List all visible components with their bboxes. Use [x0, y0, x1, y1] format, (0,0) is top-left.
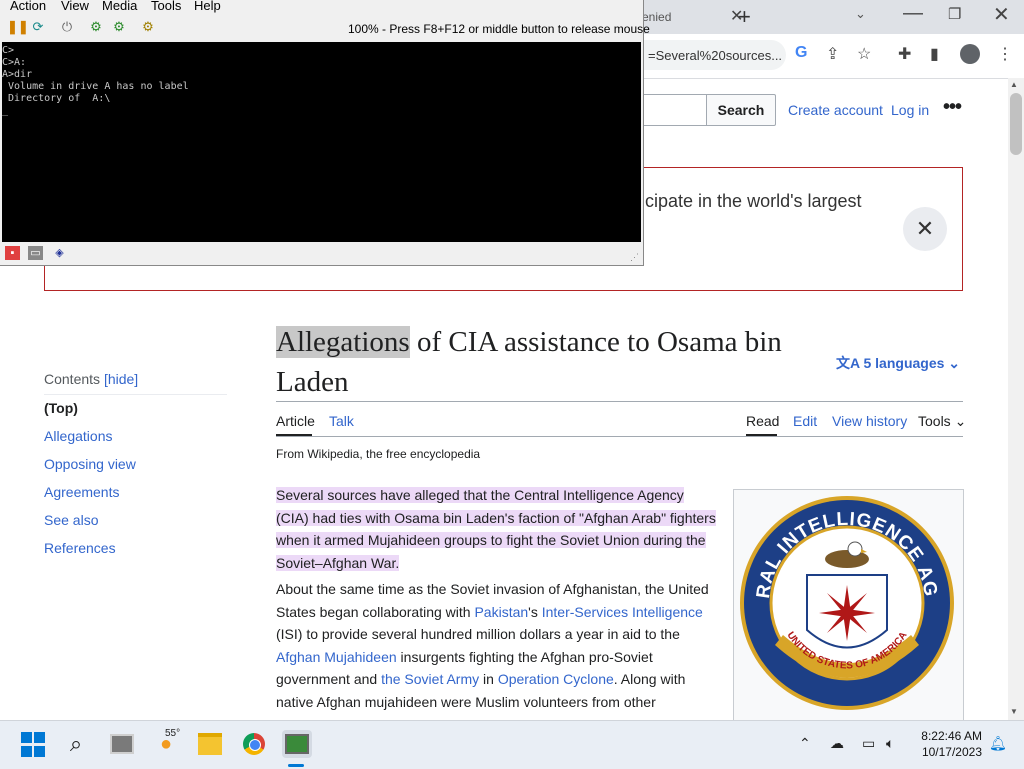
new-tab-button[interactable]: +: [738, 4, 751, 30]
tab-edit[interactable]: Edit: [793, 413, 817, 429]
ctrl-alt-del-icon[interactable]: ⚙: [88, 19, 104, 35]
banner-close-icon[interactable]: ✕: [903, 207, 947, 251]
floppy-drive-icon[interactable]: ▪: [5, 246, 20, 260]
more-options-icon[interactable]: •••: [943, 96, 962, 119]
languages-button[interactable]: 文A 5 languages ⌄: [836, 353, 960, 373]
menu-view[interactable]: View: [61, 0, 89, 13]
para-text: 's: [528, 603, 542, 620]
banner-text: ticipate in the world's largest: [636, 191, 862, 211]
wiki-search-button[interactable]: Search: [706, 94, 776, 126]
cia-seal-image[interactable]: CENTRAL INTELLIGENCE AGENCY UNITED STATE…: [739, 495, 956, 712]
toc-item-allegations[interactable]: Allegations: [44, 428, 113, 444]
pause-icon[interactable]: ❚❚: [7, 19, 29, 35]
display-icon[interactable]: ▭: [862, 735, 875, 752]
create-account-link[interactable]: Create account: [788, 102, 883, 118]
languages-label: 5 languages: [863, 355, 945, 371]
title-divider: [276, 401, 963, 402]
minimize-button[interactable]: —: [903, 2, 923, 25]
compass-star-icon: [819, 585, 875, 641]
page-scrollbar[interactable]: [1008, 78, 1024, 720]
network-icon[interactable]: ▭: [28, 246, 43, 260]
window-close-button[interactable]: ✕: [993, 2, 1010, 27]
notification-bell-icon[interactable]: 🔔︎: [989, 735, 1007, 752]
lead-highlighted-text: Several sources have alleged that the Ce…: [276, 487, 716, 571]
weather-temperature: 55°: [165, 728, 181, 739]
extensions-icon[interactable]: ✚: [898, 44, 911, 64]
menu-help[interactable]: Help: [194, 0, 221, 13]
search-icon[interactable]: ⌕: [62, 730, 90, 758]
tab-talk[interactable]: Talk: [329, 413, 354, 429]
maximize-button[interactable]: ❐: [948, 5, 961, 23]
link-operation-cyclone[interactable]: Operation Cyclone: [498, 671, 614, 687]
emulator-taskbar-icon[interactable]: [282, 730, 312, 758]
toc-title-label: Contents: [44, 371, 101, 387]
toc-item-see-also[interactable]: See also: [44, 512, 98, 528]
para-text: in: [479, 671, 498, 687]
link-soviet-army[interactable]: the Soviet Army: [381, 671, 479, 687]
chevron-down-icon: ⌄: [944, 355, 961, 371]
side-panel-icon[interactable]: ▮: [930, 44, 939, 64]
emulator-menubar: Action View Media Tools Help: [0, 0, 643, 14]
power-icon[interactable]: ⏻: [59, 19, 75, 35]
menu-action[interactable]: Action: [10, 0, 46, 13]
tabs-divider: [276, 436, 963, 437]
start-icon[interactable]: [20, 730, 46, 758]
scrollbar-thumb[interactable]: [1010, 93, 1022, 155]
translate-icon: 文A: [836, 355, 864, 371]
toc-item-agreements[interactable]: Agreements: [44, 484, 119, 500]
body-paragraph: About the same time as the Soviet invasi…: [276, 578, 716, 713]
para-text: (ISI) to provide several hundred million…: [276, 626, 680, 642]
task-view-icon[interactable]: [108, 730, 136, 758]
tab-article[interactable]: Article: [276, 413, 315, 429]
emulator-status-text: 100% - Press F8+F12 or middle button to …: [348, 22, 650, 36]
resize-grip-icon[interactable]: ⋰: [630, 252, 639, 263]
settings-icon[interactable]: ⚙: [140, 19, 156, 35]
link-pakistan[interactable]: Pakistan: [474, 604, 528, 620]
link-afghan-mujahideen[interactable]: Afghan Mujahideen: [276, 649, 397, 665]
page-title: Allegations of CIA assistance to Osama b…: [276, 322, 836, 402]
tab-view-history[interactable]: View history: [832, 413, 907, 429]
star-icon[interactable]: ☆: [857, 44, 871, 64]
log-in-link[interactable]: Log in: [891, 102, 929, 118]
toc-item-opposing-view[interactable]: Opposing view: [44, 456, 136, 472]
clock-time[interactable]: 8:22:46 AM: [920, 729, 982, 743]
volume-icon[interactable]: 🔈︎: [886, 735, 894, 752]
menu-tools[interactable]: Tools: [151, 0, 181, 13]
lead-paragraph: Several sources have alleged that the Ce…: [276, 484, 716, 574]
toc-divider: [44, 394, 227, 395]
tools-label: Tools: [918, 413, 951, 429]
terminal-output: C> C>A: A>dir Volume in drive A has no l…: [2, 45, 189, 116]
chevron-down-icon: ⌄: [950, 413, 967, 429]
sound-icon[interactable]: ◈: [52, 246, 67, 260]
chrome-icon[interactable]: [240, 730, 268, 758]
clock-date[interactable]: 10/17/2023: [920, 745, 982, 759]
onedrive-icon[interactable]: ☁: [830, 735, 844, 752]
tab-tools[interactable]: Tools ⌄: [918, 413, 966, 430]
ctrl-alt-esc-icon[interactable]: ⚙: [111, 19, 127, 35]
toc-title: Contents [hide]: [44, 371, 138, 387]
tagline: From Wikipedia, the free encyclopedia: [276, 447, 481, 461]
profile-icon[interactable]: [960, 44, 980, 64]
address-bar-url[interactable]: =Several%20sources...: [648, 48, 782, 63]
link-isi[interactable]: Inter-Services Intelligence: [542, 604, 703, 620]
file-explorer-icon[interactable]: [196, 730, 224, 758]
menu-media[interactable]: Media: [102, 0, 137, 13]
reset-icon[interactable]: ⟳: [30, 19, 46, 35]
menu-icon[interactable]: ⋮: [997, 44, 1013, 64]
share-icon[interactable]: ⇪: [826, 44, 839, 64]
emulator-statusbar: [0, 243, 643, 265]
google-lens-icon[interactable]: G: [795, 44, 807, 62]
tab-read[interactable]: Read: [746, 413, 779, 429]
chevron-up-icon[interactable]: ⌃: [799, 735, 811, 752]
scroll-up-icon[interactable]: ▲: [1010, 80, 1018, 89]
title-selected-text: Allegations: [276, 326, 410, 358]
toc-item-top[interactable]: (Top): [44, 400, 78, 416]
active-app-indicator: [288, 764, 304, 767]
tab-search-icon[interactable]: ⌄: [855, 6, 866, 22]
toc-item-references[interactable]: References: [44, 540, 116, 556]
toc-hide-link[interactable]: [hide]: [104, 371, 138, 387]
scroll-down-icon[interactable]: ▼: [1010, 707, 1018, 716]
